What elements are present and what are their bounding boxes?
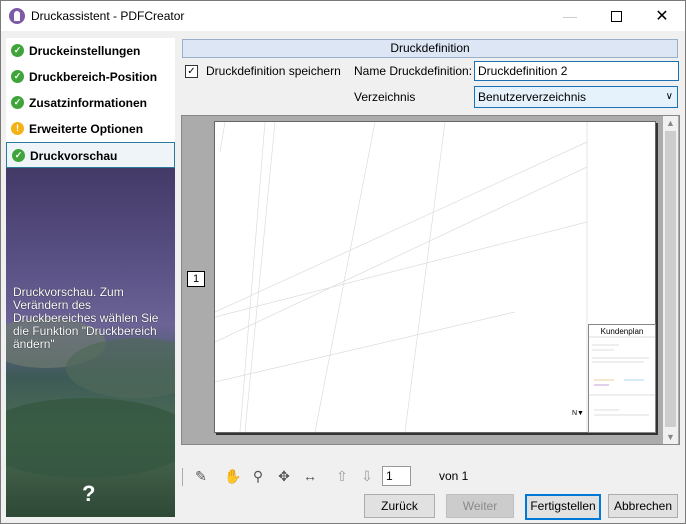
landscape-hill	[6, 398, 175, 478]
page-count-label: von 1	[439, 469, 469, 483]
check-icon: ✓	[11, 96, 24, 109]
zoom-icon[interactable]: ⚲	[249, 467, 267, 485]
print-wizard-window: Druckassistent - PDFCreator — ✕ ✓ Drucke…	[0, 0, 686, 524]
fit-width-icon[interactable]: ↔	[301, 467, 319, 485]
directory-label: Verzeichnis	[354, 90, 416, 104]
step-label: Druckvorschau	[30, 149, 118, 163]
step-label: Druckeinstellungen	[29, 44, 141, 58]
page-up-icon[interactable]: ⇧	[333, 467, 351, 485]
title-bar: Druckassistent - PDFCreator — ✕	[1, 1, 685, 31]
window-title: Druckassistent - PDFCreator	[31, 9, 185, 23]
preview-page: Kundenplan N▼	[214, 121, 656, 433]
back-button[interactable]: Zurück	[364, 494, 435, 518]
maximize-button[interactable]	[593, 1, 639, 31]
pencil-icon[interactable]: ✎	[192, 467, 210, 485]
close-icon: ✕	[655, 8, 669, 25]
save-definition-checkbox[interactable]: ✓	[185, 65, 198, 78]
preview-toolbar: ✎ ✋ ⚲ ✥ ↔ ⇧ ⇩ 1 von 1	[180, 463, 679, 490]
preview-scrollbar[interactable]: ▲ ▼	[663, 116, 678, 444]
main-panel: Druckdefinition ✓ Druckdefinition speich…	[180, 38, 680, 521]
title-block: Kundenplan	[588, 324, 656, 433]
scrollbar-thumb[interactable]	[665, 131, 676, 427]
definition-name-input[interactable]: Druckdefinition 2	[474, 61, 679, 81]
check-icon: ✓	[11, 70, 24, 83]
north-arrow-icon: N▼	[572, 410, 584, 417]
cancel-button[interactable]: Abbrechen	[608, 494, 678, 518]
step-label: Zusatzinformationen	[29, 96, 148, 110]
page-number-badge[interactable]: 1	[187, 271, 205, 287]
wizard-steps: ✓ Druckeinstellungen ✓ Druckbereich-Posi…	[6, 38, 175, 168]
check-icon: ✓	[11, 44, 24, 57]
page-down-icon[interactable]: ⇩	[358, 467, 376, 485]
title-block-details	[589, 336, 655, 416]
step-label: Erweiterte Optionen	[29, 122, 144, 136]
hand-icon[interactable]: ✋	[224, 467, 242, 485]
sidebar-landscape-image: Druckvorschau. Zum Verändern des Druckbe…	[6, 168, 175, 517]
check-icon: ✓	[12, 149, 25, 162]
warning-icon: !	[11, 122, 24, 135]
scroll-down-icon[interactable]: ▼	[666, 432, 675, 442]
close-button[interactable]: ✕	[639, 1, 685, 31]
save-definition-label[interactable]: Druckdefinition speichern	[206, 64, 341, 78]
step-druckeinstellungen[interactable]: ✓ Druckeinstellungen	[6, 38, 175, 64]
help-text: Druckvorschau. Zum Verändern des Druckbe…	[13, 285, 159, 351]
minimize-button[interactable]: —	[547, 1, 593, 31]
title-block-label: Kundenplan	[600, 327, 644, 336]
maximize-icon	[610, 10, 622, 22]
step-erweiterte-optionen[interactable]: ! Erweiterte Optionen	[6, 116, 175, 142]
page-input[interactable]: 1	[382, 466, 411, 486]
step-label: Druckbereich-Position	[29, 70, 158, 84]
name-label: Name Druckdefinition:	[354, 64, 473, 78]
next-button[interactable]: Weiter	[446, 494, 514, 518]
directory-select[interactable]: Benutzerverzeichnis ∨	[474, 86, 678, 108]
toolbar-separator	[182, 468, 183, 486]
wizard-sidebar: ✓ Druckeinstellungen ✓ Druckbereich-Posi…	[6, 38, 175, 517]
chevron-down-icon: ∨	[665, 91, 673, 102]
help-icon[interactable]: ?	[82, 481, 95, 507]
step-zusatzinformationen[interactable]: ✓ Zusatzinformationen	[6, 90, 175, 116]
move-icon[interactable]: ✥	[275, 467, 293, 485]
minimize-icon: —	[563, 8, 577, 24]
directory-value: Benutzerverzeichnis	[478, 90, 587, 104]
pdfcreator-icon	[9, 8, 25, 24]
scroll-up-icon[interactable]: ▲	[666, 118, 675, 128]
print-preview[interactable]: 1 Kundenplan N▼ ▲ ▼	[181, 115, 680, 445]
finish-button[interactable]: Fertigstellen	[525, 494, 601, 520]
step-druckbereich-position[interactable]: ✓ Druckbereich-Position	[6, 64, 175, 90]
step-druckvorschau[interactable]: ✓ Druckvorschau	[6, 142, 175, 168]
section-title: Druckdefinition	[182, 39, 678, 58]
